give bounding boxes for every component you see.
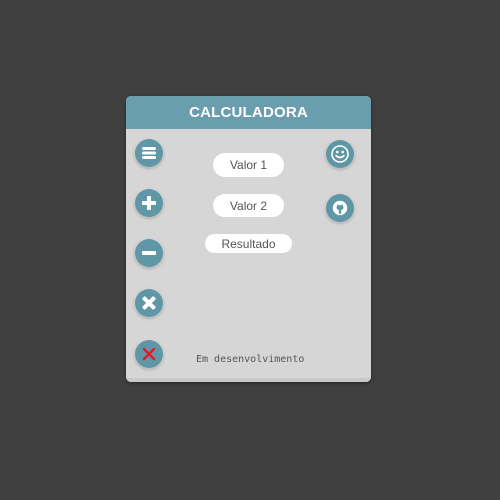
status-text: Em desenvolvimento xyxy=(196,354,305,365)
resultado-field: Resultado xyxy=(205,234,292,253)
valor1-input[interactable]: Valor 1 xyxy=(213,153,284,177)
github-icon xyxy=(332,200,348,216)
subtract-button[interactable] xyxy=(135,239,163,267)
app-header: CALCULADORA xyxy=(126,96,371,129)
valor2-placeholder: Valor 2 xyxy=(229,198,268,213)
plus-icon xyxy=(142,196,156,210)
menu-icon xyxy=(142,147,156,159)
multiply-button[interactable] xyxy=(135,289,163,317)
github-button[interactable] xyxy=(326,194,354,222)
valor2-input[interactable]: Valor 2 xyxy=(213,194,284,217)
resultado-placeholder: Resultado xyxy=(221,236,276,251)
valor1-placeholder: Valor 1 xyxy=(229,158,268,172)
app-title: CALCULADORA xyxy=(189,104,308,121)
add-button[interactable] xyxy=(135,189,163,217)
close-button[interactable] xyxy=(135,340,163,368)
menu-button[interactable] xyxy=(135,139,163,167)
bottom-divider xyxy=(126,378,371,382)
multiply-icon xyxy=(142,296,156,310)
close-icon xyxy=(142,347,156,361)
calculator-card: CALCULADORA Valor 1 Valor 2 Resultado Em… xyxy=(126,96,371,382)
smiley-icon xyxy=(331,145,349,163)
smiley-button[interactable] xyxy=(326,140,354,168)
minus-icon xyxy=(142,251,156,255)
